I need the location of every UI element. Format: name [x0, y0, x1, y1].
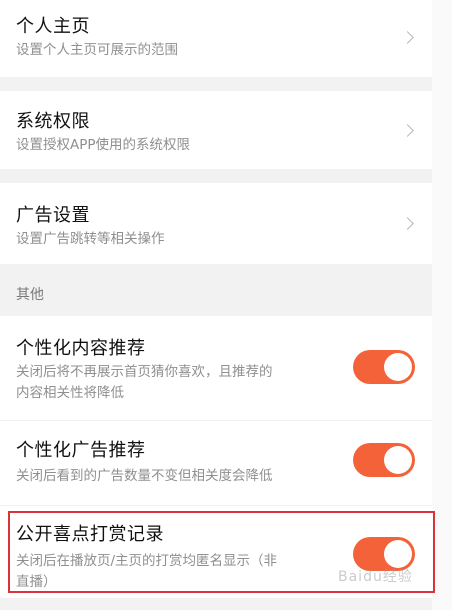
system-permission-subtitle: 设置授权APP使用的系统权限 — [16, 137, 191, 153]
toggle-knob — [384, 446, 412, 474]
chevron-right-icon — [401, 124, 414, 137]
chevron-right-icon — [401, 217, 414, 230]
personalized-content-toggle[interactable] — [353, 350, 415, 384]
personalized-content-subtitle-line2: 内容相关性将降低 — [16, 385, 124, 401]
section-header-other: 其他 — [16, 287, 44, 303]
personalized-content-row: 个性化内容推荐 关闭后将不再展示首页猜你喜欢，且推荐的 内容相关性将降低 — [0, 316, 432, 420]
toggle-knob — [384, 353, 412, 381]
personalized-ad-subtitle: 关闭后看到的广告数量不变但相关度会降低 — [16, 468, 273, 484]
personalized-ad-toggle[interactable] — [353, 443, 415, 477]
chevron-right-icon — [401, 31, 414, 44]
personalized-ad-row: 个性化广告推荐 关闭后看到的广告数量不变但相关度会降低 — [0, 421, 432, 505]
system-permission-row[interactable]: 系统权限 设置授权APP使用的系统权限 — [0, 91, 432, 169]
personal-homepage-title: 个人主页 — [16, 16, 90, 37]
personalized-content-title: 个性化内容推荐 — [16, 338, 146, 359]
ad-settings-subtitle: 设置广告跳转等相关操作 — [16, 231, 165, 247]
ad-settings-row[interactable]: 广告设置 设置广告跳转等相关操作 — [0, 183, 432, 264]
personalized-content-subtitle-line1: 关闭后将不再展示首页猜你喜欢，且推荐的 — [16, 364, 273, 380]
personal-homepage-subtitle: 设置个人主页可展示的范围 — [16, 42, 178, 58]
system-permission-title: 系统权限 — [16, 111, 90, 132]
personal-homepage-row[interactable]: 个人主页 设置个人主页可展示的范围 — [0, 0, 432, 77]
right-edge — [432, 0, 452, 610]
personalized-ad-title: 个性化广告推荐 — [16, 440, 146, 461]
baidu-watermark: Baidu经验 — [338, 569, 413, 585]
ad-settings-title: 广告设置 — [16, 205, 90, 226]
